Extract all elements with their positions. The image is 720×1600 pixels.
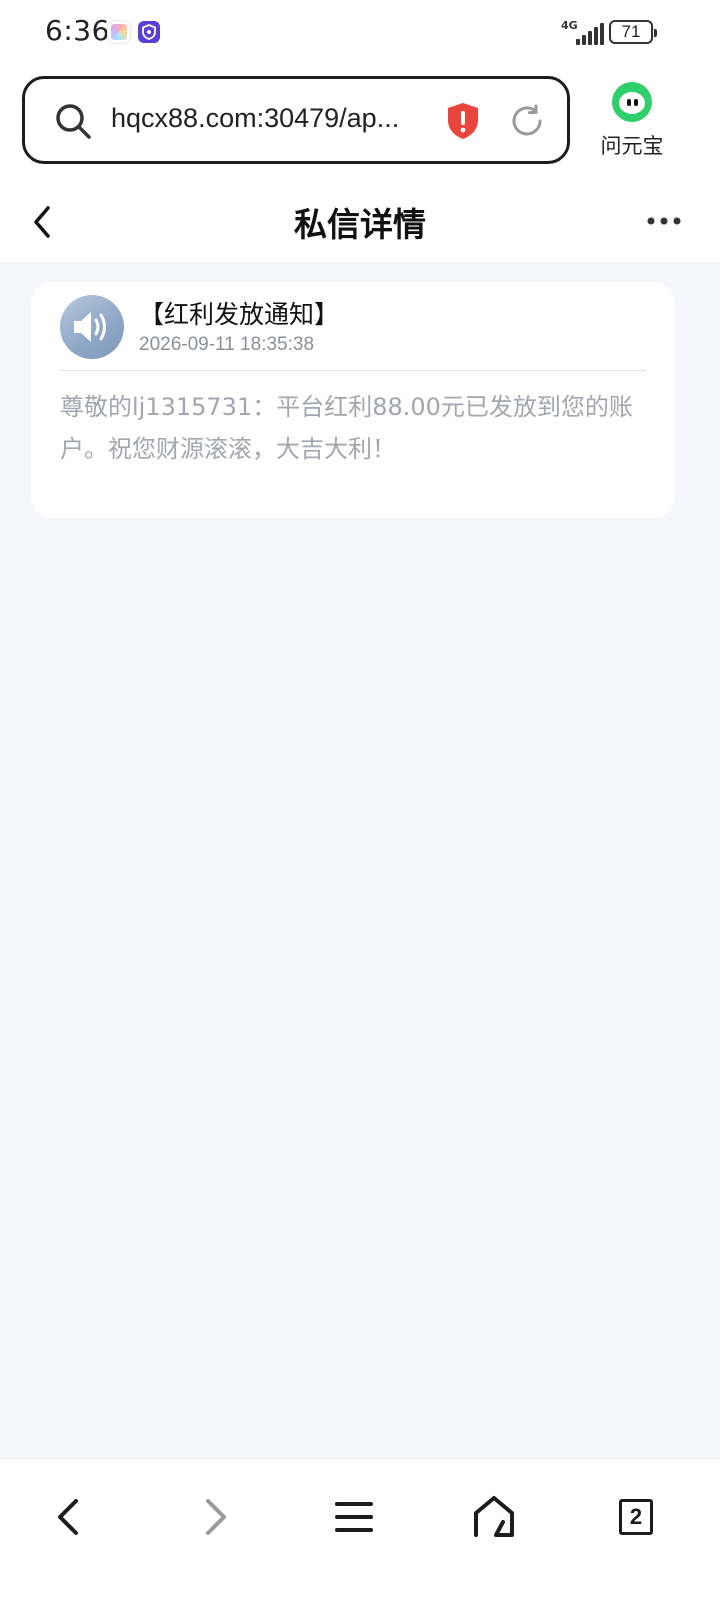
status-bar: 6:36 4G 71 <box>0 0 720 64</box>
address-bar[interactable]: hqcx88.com:30479/ap... <box>22 76 570 164</box>
app-notification-icon <box>108 21 130 43</box>
refresh-icon[interactable] <box>509 103 545 139</box>
assistant-button[interactable]: 问元宝 <box>590 82 674 166</box>
tab-count: 2 <box>619 1499 653 1535</box>
url-text[interactable]: hqcx88.com:30479/ap... <box>111 103 421 134</box>
browser-toolbar: hqcx88.com:30479/ap... 问元宝 <box>0 64 720 180</box>
vpn-shield-icon <box>138 21 160 43</box>
message-timestamp: 2026-09-11 18:35:38 <box>139 334 315 355</box>
message-title: 【红利发放通知】 <box>139 300 340 329</box>
page-title: 私信详情 <box>294 205 426 244</box>
home-icon[interactable] <box>470 1493 518 1541</box>
assistant-avatar-icon <box>612 82 652 122</box>
menu-icon[interactable] <box>330 1493 378 1541</box>
message-card: 【红利发放通知】 2026-09-11 18:35:38 尊敬的lj131573… <box>31 282 675 518</box>
back-icon[interactable] <box>46 1493 94 1541</box>
assistant-label: 问元宝 <box>600 134 664 158</box>
battery-icon: 71 <box>609 20 657 44</box>
search-icon <box>56 104 91 139</box>
battery-level: 71 <box>621 22 641 41</box>
page-header: 私信详情 <box>0 180 720 262</box>
divider <box>60 370 646 371</box>
forward-icon[interactable] <box>190 1493 238 1541</box>
cellular-signal-icon: 4G <box>561 19 605 45</box>
status-time: 6:36 <box>45 14 110 47</box>
tabs-icon[interactable]: 2 <box>612 1493 660 1541</box>
security-warning-icon[interactable] <box>446 101 480 141</box>
browser-bottom-nav: 2 <box>0 1458 720 1600</box>
speaker-icon <box>60 295 124 359</box>
more-options-icon[interactable] <box>646 216 682 226</box>
message-body: 尊敬的lj1315731：平台红利88.00元已发放到您的账户。祝您财源滚滚，大… <box>60 393 633 463</box>
